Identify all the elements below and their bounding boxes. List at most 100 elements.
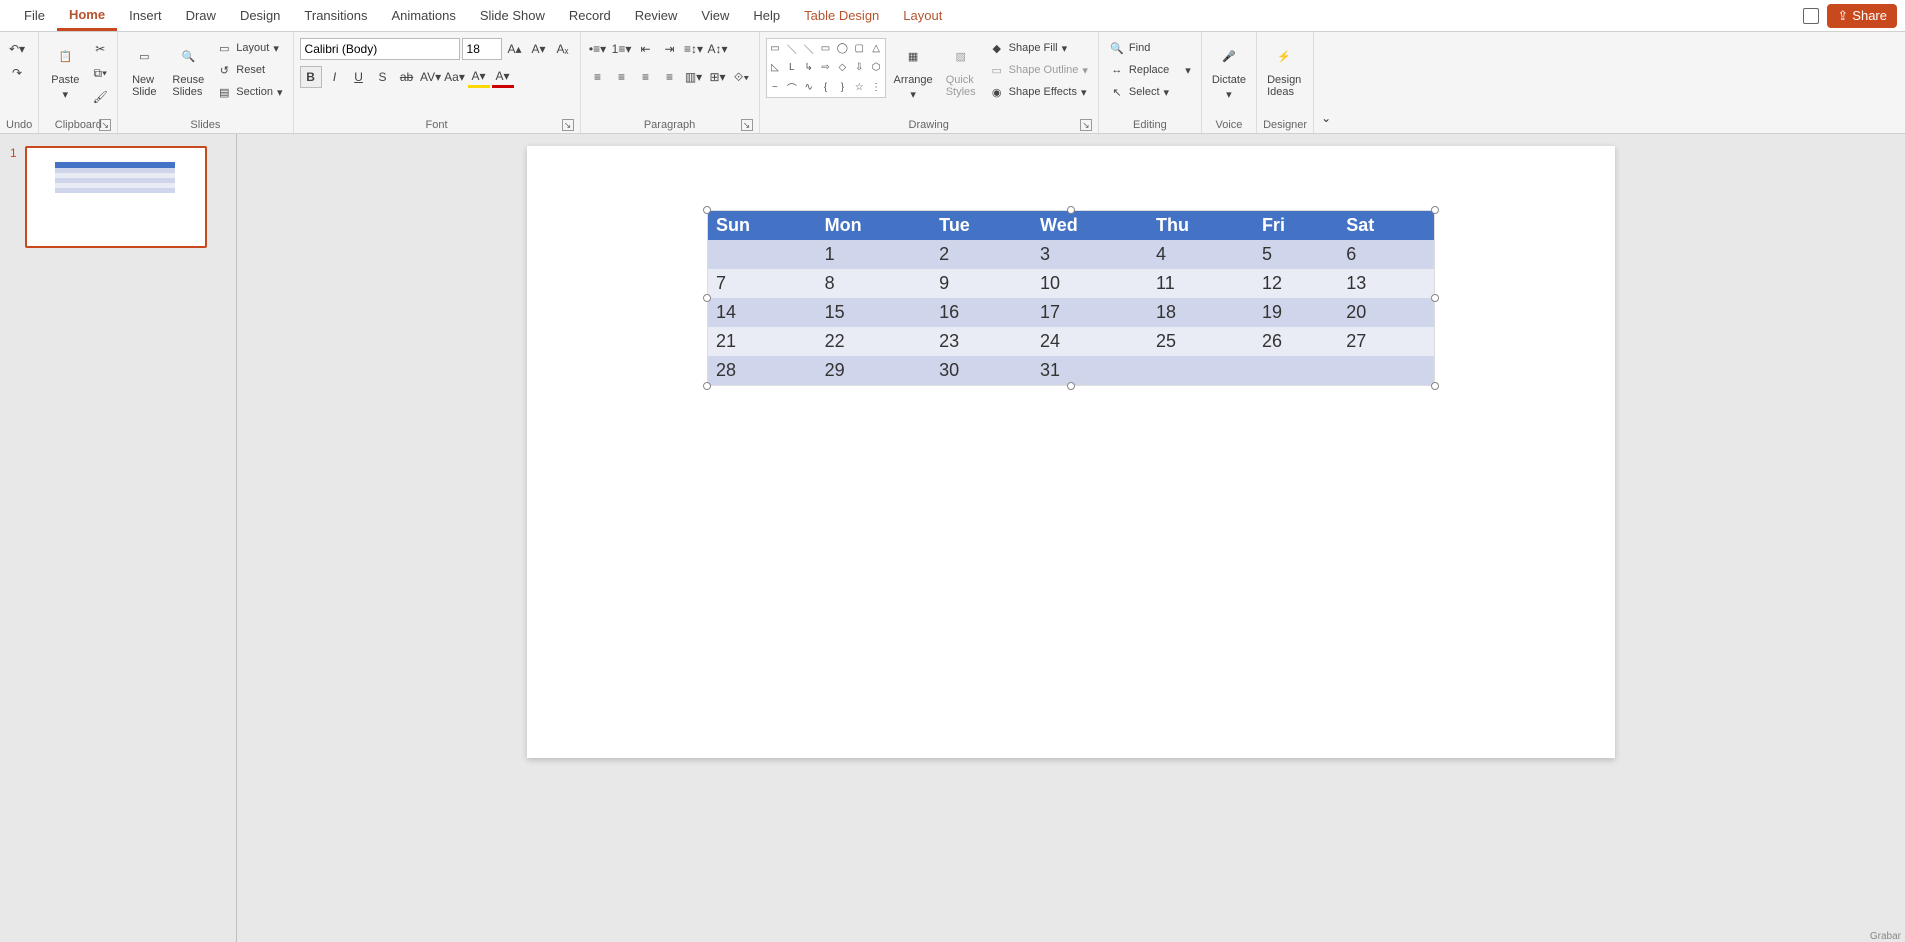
font-color-button[interactable]: A▾ [492,66,514,88]
slide-canvas-area[interactable]: Sun Mon Tue Wed Thu Fri Sat 123456 78910… [237,134,1905,942]
tab-file[interactable]: File [12,0,57,31]
resize-handle-bc[interactable] [1067,382,1075,390]
tab-slideshow[interactable]: Slide Show [468,0,557,31]
select-button[interactable]: ↖Select▾ [1105,82,1173,102]
font-size-input[interactable] [462,38,502,60]
cell[interactable] [1338,356,1434,386]
strike-button[interactable]: ab [396,66,418,88]
spacing-button[interactable]: AV▾ [420,66,442,88]
paragraph-dialog-launcher[interactable]: ↘ [741,119,753,131]
paste-button[interactable]: 📋 Paste ▾ [45,38,85,103]
tab-review[interactable]: Review [623,0,690,31]
underline-button[interactable]: U [348,66,370,88]
section-button[interactable]: ▤Section▾ [212,82,286,102]
tab-draw[interactable]: Draw [174,0,228,31]
table-row[interactable]: 78910111213 [708,269,1435,298]
tab-record[interactable]: Record [557,0,623,31]
shrink-font-button[interactable]: A▾ [528,38,550,60]
cell[interactable]: 12 [1254,269,1338,298]
header-wed[interactable]: Wed [1032,211,1148,241]
arrange-button[interactable]: ▦ Arrange ▾ [890,38,937,103]
align-center-button[interactable]: ≡ [611,66,633,88]
tab-table-design[interactable]: Table Design [792,0,891,31]
highlight-button[interactable]: A▾ [468,66,490,88]
redo-button[interactable]: ↷ [6,62,28,84]
text-direction-button[interactable]: A↕▾ [707,38,729,60]
cell[interactable]: 18 [1148,298,1254,327]
cell[interactable]: 13 [1338,269,1434,298]
cell[interactable]: 30 [931,356,1032,386]
slide-thumbnail-1[interactable] [25,146,207,248]
font-name-input[interactable] [300,38,460,60]
cell[interactable]: 21 [708,327,817,356]
header-mon[interactable]: Mon [817,211,932,241]
cell[interactable]: 26 [1254,327,1338,356]
resize-handle-tc[interactable] [1067,206,1075,214]
cell[interactable]: 2 [931,240,1032,269]
align-left-button[interactable]: ≡ [587,66,609,88]
shadow-button[interactable]: S [372,66,394,88]
header-fri[interactable]: Fri [1254,211,1338,241]
tab-view[interactable]: View [689,0,741,31]
cell[interactable]: 9 [931,269,1032,298]
line-spacing-button[interactable]: ≡↕▾ [683,38,705,60]
replace-button[interactable]: ↔Replace▾ [1105,60,1195,80]
cut-button[interactable]: ✂ [89,38,111,60]
cell[interactable]: 22 [817,327,932,356]
cell[interactable]: 29 [817,356,932,386]
drawing-dialog-launcher[interactable]: ↘ [1080,119,1092,131]
justify-button[interactable]: ≡ [659,66,681,88]
tab-layout[interactable]: Layout [891,0,954,31]
header-sun[interactable]: Sun [708,211,817,241]
tab-design[interactable]: Design [228,0,292,31]
cell[interactable]: 19 [1254,298,1338,327]
resize-handle-br[interactable] [1431,382,1439,390]
tab-animations[interactable]: Animations [380,0,468,31]
align-right-button[interactable]: ≡ [635,66,657,88]
cell[interactable]: 16 [931,298,1032,327]
cell[interactable]: 25 [1148,327,1254,356]
reuse-slides-button[interactable]: 🔍 Reuse Slides [168,38,208,100]
bullets-button[interactable]: •≡▾ [587,38,609,60]
comments-icon[interactable] [1803,8,1819,24]
cell[interactable]: 8 [817,269,932,298]
cell[interactable]: 10 [1032,269,1148,298]
copy-button[interactable]: ⧉▾ [89,62,111,84]
smartart-button[interactable]: ⟐▾ [731,66,753,88]
case-button[interactable]: Aa▾ [444,66,466,88]
table-row[interactable]: 21222324252627 [708,327,1435,356]
outdent-button[interactable]: ⇤ [635,38,657,60]
shape-effects-button[interactable]: ◉Shape Effects▾ [985,82,1092,102]
font-dialog-launcher[interactable]: ↘ [562,119,574,131]
tab-help[interactable]: Help [741,0,792,31]
calendar-header-row[interactable]: Sun Mon Tue Wed Thu Fri Sat [708,211,1435,241]
cell[interactable]: 20 [1338,298,1434,327]
resize-handle-mr[interactable] [1431,294,1439,302]
clipboard-dialog-launcher[interactable]: ↘ [99,119,111,131]
align-text-button[interactable]: ⊞▾ [707,66,729,88]
resize-handle-bl[interactable] [703,382,711,390]
columns-button[interactable]: ▥▾ [683,66,705,88]
undo-button[interactable]: ↶▾ [6,38,28,60]
find-button[interactable]: 🔍Find [1105,38,1154,58]
new-slide-button[interactable]: ▭ New Slide [124,38,164,100]
cell[interactable]: 14 [708,298,817,327]
header-thu[interactable]: Thu [1148,211,1254,241]
cell[interactable]: 15 [817,298,932,327]
collapse-ribbon-button[interactable]: ⌄ [1314,32,1338,133]
format-painter-button[interactable]: 🖌 [89,86,111,108]
cell[interactable]: 23 [931,327,1032,356]
resize-handle-ml[interactable] [703,294,711,302]
reset-button[interactable]: ↺Reset [212,60,286,80]
clear-format-button[interactable]: Aₓ [552,38,574,60]
cell[interactable]: 28 [708,356,817,386]
tab-transitions[interactable]: Transitions [292,0,379,31]
table-row[interactable]: 123456 [708,240,1435,269]
resize-handle-tr[interactable] [1431,206,1439,214]
table-row[interactable]: 14151617181920 [708,298,1435,327]
cell[interactable]: 17 [1032,298,1148,327]
cell[interactable]: 7 [708,269,817,298]
indent-button[interactable]: ⇥ [659,38,681,60]
slide[interactable]: Sun Mon Tue Wed Thu Fri Sat 123456 78910… [527,146,1615,758]
italic-button[interactable]: I [324,66,346,88]
